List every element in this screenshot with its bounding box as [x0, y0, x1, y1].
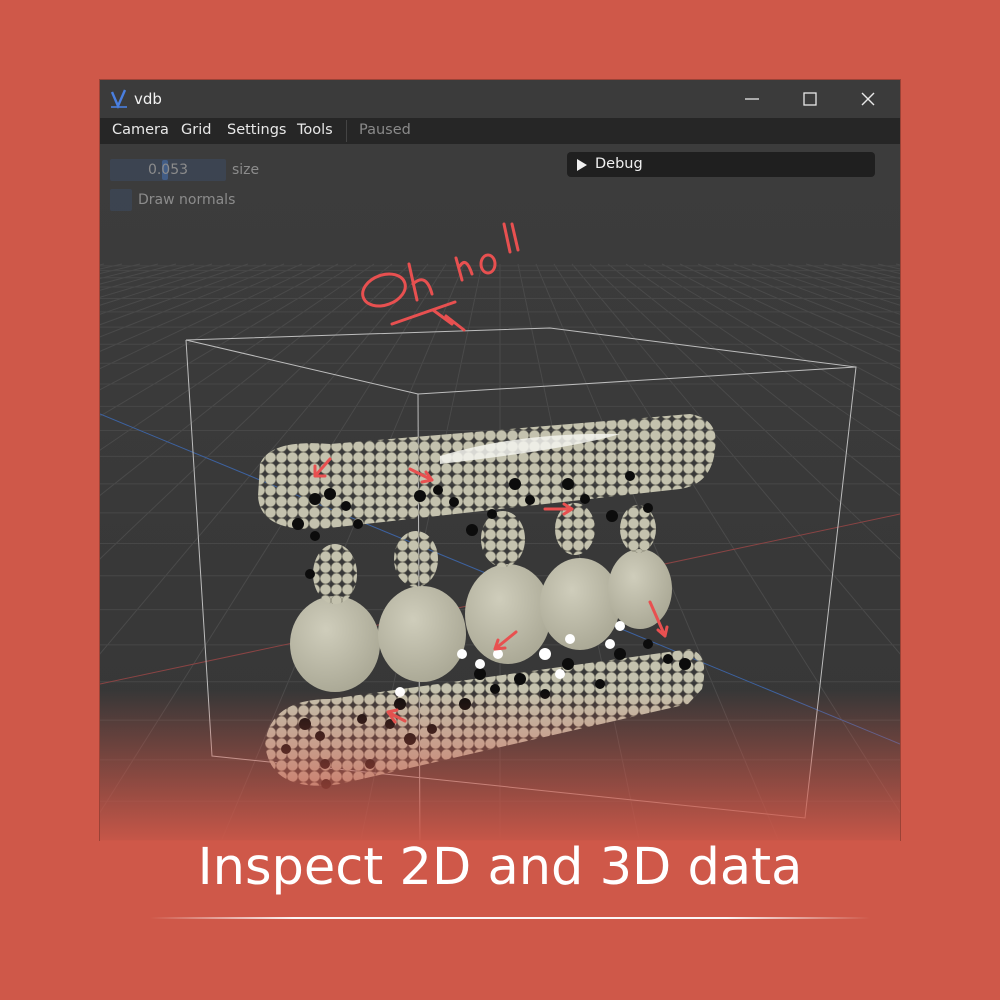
- draw-normals-label[interactable]: Draw normals: [138, 192, 235, 208]
- menu-settings[interactable]: Settings: [227, 122, 286, 138]
- title-bar[interactable]: vdb: [100, 80, 900, 118]
- size-value: 0.053: [147, 162, 189, 178]
- minimize-icon: [745, 98, 759, 100]
- bottom-fade: [100, 690, 900, 850]
- minimize-button[interactable]: [724, 80, 780, 118]
- vdb-logo-icon: [110, 89, 127, 110]
- menu-divider: [346, 120, 347, 142]
- status-paused: Paused: [359, 122, 411, 138]
- menu-bar: Camera Grid Settings Tools Paused: [100, 118, 900, 144]
- menu-camera[interactable]: Camera: [112, 122, 169, 138]
- caption-underline: [150, 917, 870, 919]
- size-slider[interactable]: 0.053: [110, 159, 226, 181]
- maximize-button[interactable]: [782, 80, 838, 118]
- window-title: vdb: [134, 90, 162, 108]
- debug-panel-header[interactable]: Debug: [567, 152, 875, 177]
- play-triangle-icon: [577, 159, 587, 171]
- size-label: size: [232, 162, 260, 178]
- menu-grid[interactable]: Grid: [181, 122, 211, 138]
- close-button[interactable]: [840, 80, 896, 118]
- debug-label: Debug: [595, 156, 643, 172]
- close-icon: [861, 92, 875, 106]
- maximize-icon: [803, 92, 817, 106]
- draw-normals-checkbox[interactable]: [110, 189, 132, 211]
- menu-tools[interactable]: Tools: [297, 122, 333, 138]
- caption: Inspect 2D and 3D data: [197, 838, 803, 897]
